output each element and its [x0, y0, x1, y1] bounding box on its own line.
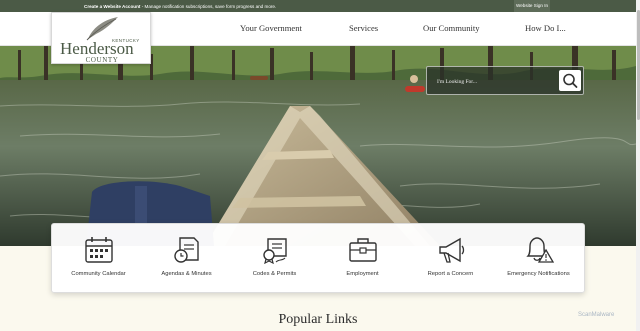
account-message-text: - Manage notification subscriptions, sav… — [140, 3, 277, 9]
quick-link-codes-permits[interactable]: Codes & Permits — [230, 224, 319, 294]
page-scrollbar[interactable] — [636, 0, 640, 331]
megaphone-icon — [439, 237, 465, 263]
scrollbar-thumb[interactable] — [636, 10, 640, 120]
alert-bell-icon — [526, 237, 554, 263]
document-clock-icon — [174, 237, 199, 263]
website-sign-in-button[interactable]: Website Sign In — [514, 0, 550, 12]
calendar-icon — [85, 237, 113, 263]
quick-link-community-calendar[interactable]: Community Calendar — [54, 224, 143, 294]
top-utility-bar: Create a Website Account - Manage notifi… — [0, 0, 640, 12]
account-message: Create a Website Account - Manage notifi… — [84, 4, 276, 9]
quick-link-label: Agendas & Minutes — [161, 271, 212, 277]
nav-our-community[interactable]: Our Community — [423, 12, 480, 46]
create-account-link[interactable]: Create a Website Account — [84, 4, 140, 9]
quick-link-label: Emergency Notifications — [507, 271, 570, 277]
logo-name: Henderson — [60, 39, 134, 58]
quick-link-label: Employment — [346, 271, 379, 277]
quick-link-employment[interactable]: Employment — [318, 224, 407, 294]
site-search — [426, 66, 584, 95]
briefcase-icon — [349, 238, 377, 262]
nav-your-government[interactable]: Your Government — [240, 12, 302, 46]
nav-services[interactable]: Services — [349, 12, 378, 46]
certificate-icon — [263, 238, 287, 264]
quick-links-bar: Community Calendar Agendas & Minutes Cod… — [51, 223, 585, 293]
search-button[interactable] — [559, 70, 581, 91]
quick-link-emergency-notifications[interactable]: Emergency Notifications — [494, 224, 583, 294]
quick-link-label: Report a Concern — [427, 271, 474, 277]
quick-link-agendas-minutes[interactable]: Agendas & Minutes — [142, 224, 231, 294]
quick-link-report-concern[interactable]: Report a Concern — [406, 224, 495, 294]
search-icon — [563, 73, 578, 88]
nav-how-do-i[interactable]: How Do I... — [525, 12, 566, 46]
quick-link-label: Community Calendar — [71, 271, 126, 277]
county-logo[interactable]: KENTUCKY Henderson COUNTY — [51, 12, 151, 64]
popular-links-heading: Popular Links — [278, 312, 358, 327]
search-input[interactable] — [437, 76, 552, 87]
logo-county: COUNTY — [85, 56, 119, 64]
quick-link-label: Codes & Permits — [252, 271, 297, 277]
